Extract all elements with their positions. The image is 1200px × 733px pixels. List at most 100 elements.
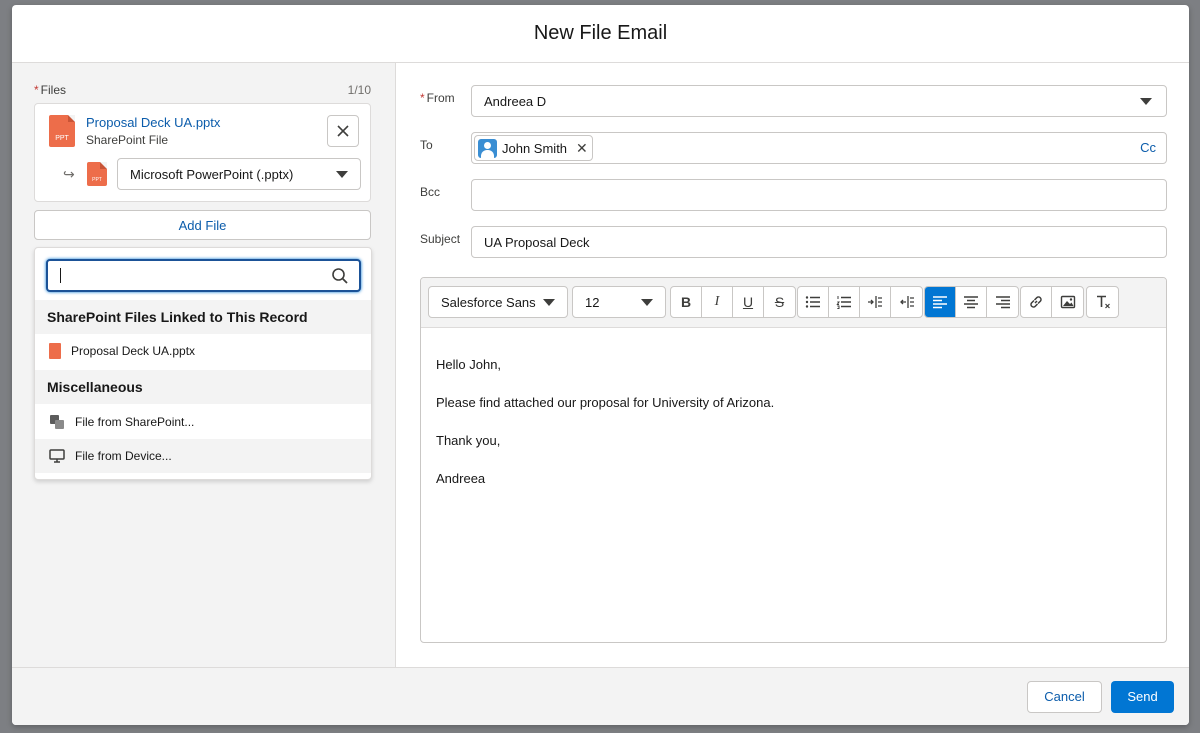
clear-format-group [1086, 286, 1119, 318]
send-button[interactable]: Send [1111, 680, 1174, 713]
font-size-select[interactable]: 12 [572, 286, 666, 318]
indent-button[interactable] [860, 287, 891, 317]
linked-file-item[interactable]: Proposal Deck UA.pptx [35, 334, 371, 368]
editor-toolbar: Salesforce Sans 12 B I U S [421, 278, 1166, 328]
insert-group [1020, 286, 1084, 318]
file-from-sharepoint-item[interactable]: File from SharePoint... [35, 405, 371, 439]
clear-formatting-button[interactable] [1087, 287, 1118, 317]
align-center-button[interactable] [956, 287, 987, 317]
to-label: To [420, 138, 433, 152]
modal-title: New File Email [533, 22, 668, 44]
font-family-value: Salesforce Sans [441, 294, 536, 310]
recipient-name: John Smith [502, 140, 568, 156]
font-size-value: 12 [585, 294, 600, 310]
subject-field[interactable]: UA Proposal Deck [471, 226, 1167, 258]
align-left-icon [933, 296, 947, 309]
cancel-button[interactable]: Cancel [1027, 680, 1102, 713]
close-icon [337, 125, 349, 137]
files-label: Files [40, 83, 67, 97]
recipient-pill: John Smith ✕ [474, 135, 593, 161]
align-center-icon [964, 296, 978, 309]
chevron-down-icon [1140, 97, 1152, 105]
italic-button[interactable]: I [702, 287, 733, 317]
file-card: PPT Proposal Deck UA.pptx SharePoint Fil… [34, 103, 371, 202]
italic-icon: I [714, 294, 720, 309]
clear-formatting-icon [1096, 295, 1110, 309]
contact-avatar-icon [478, 138, 497, 158]
new-file-email-modal: New File Email * Files 1/10 PPT Proposal … [12, 5, 1189, 725]
required-marker: * [420, 91, 425, 105]
outdent-button[interactable] [891, 287, 922, 317]
text-cursor [60, 268, 61, 283]
file-from-device-label: File from Device... [75, 449, 172, 463]
file-from-sharepoint-label: File from SharePoint... [75, 415, 195, 429]
text-style-group: B I U S [670, 286, 796, 318]
modal-header: New File Email [12, 5, 1189, 63]
from-label-wrap: * From [420, 91, 455, 105]
powerpoint-file-icon: PPT [49, 115, 75, 147]
bcc-field[interactable] [471, 179, 1167, 211]
editor-content[interactable]: Hello John, Please find attached our pro… [421, 328, 1166, 516]
file-format-select[interactable]: Microsoft PowerPoint (.pptx) [117, 158, 361, 190]
to-row: To John Smith ✕ Cc [420, 132, 1167, 164]
align-left-button[interactable] [925, 287, 956, 317]
to-field[interactable]: John Smith ✕ Cc [471, 132, 1167, 164]
numbered-list-button[interactable] [829, 287, 860, 317]
desktop-icon [49, 449, 65, 463]
insert-image-button[interactable] [1052, 287, 1083, 317]
font-family-select[interactable]: Salesforce Sans [428, 286, 568, 318]
align-right-button[interactable] [987, 287, 1018, 317]
file-source: SharePoint File [86, 133, 169, 147]
underline-button[interactable]: U [733, 287, 764, 317]
from-label: From [426, 91, 455, 105]
bcc-row: Bcc [420, 179, 1167, 211]
ppt-icon-text: PPT [55, 135, 69, 142]
indent-icon [868, 296, 882, 308]
add-file-button[interactable]: Add File [34, 210, 371, 240]
body-line: Thank you, [436, 433, 501, 448]
alignment-group [924, 286, 1019, 318]
files-panel: * Files 1/10 PPT Proposal Deck UA.pptx Sh… [12, 63, 396, 667]
numbered-list-icon [836, 296, 851, 309]
subject-label: Subject [420, 232, 461, 246]
file-search-field[interactable] [46, 259, 361, 292]
body-line: Hello John, [436, 357, 502, 372]
file-search-input[interactable] [48, 261, 318, 290]
strikethrough-icon: S [774, 294, 785, 310]
file-name-link[interactable]: Proposal Deck UA.pptx [86, 115, 220, 130]
chevron-down-icon [641, 298, 653, 306]
chevron-down-icon [543, 298, 555, 306]
file-format-value: Microsoft PowerPoint (.pptx) [130, 166, 294, 182]
body-line: Andreea [436, 471, 486, 486]
email-form: * From Andreea D To John Smith ✕ Cc Bcc … [396, 63, 1189, 667]
bold-icon: B [680, 294, 692, 310]
align-right-icon [995, 296, 1010, 309]
from-row: * From Andreea D [420, 85, 1167, 117]
chevron-down-icon [336, 170, 348, 178]
strikethrough-button[interactable]: S [764, 287, 795, 317]
add-file-dropdown: SharePoint Files Linked to This Record P… [34, 247, 372, 480]
from-value: Andreea D [484, 93, 547, 109]
section-miscellaneous: Miscellaneous [35, 370, 371, 404]
file-from-device-item[interactable]: File from Device... [35, 439, 371, 473]
bullet-list-icon [805, 296, 820, 308]
powerpoint-format-icon: PPT [87, 162, 107, 186]
modal-footer: Cancel Send [12, 667, 1189, 725]
list-indent-group [797, 286, 923, 318]
cc-link[interactable]: Cc [1140, 140, 1156, 155]
underline-icon: U [742, 294, 754, 310]
required-marker: * [34, 83, 39, 97]
from-select[interactable]: Andreea D [471, 85, 1167, 117]
remove-recipient-icon[interactable]: ✕ [576, 140, 588, 157]
outdent-icon [899, 296, 914, 308]
files-count: 1/10 [347, 83, 371, 97]
bcc-label: Bcc [420, 185, 441, 199]
bullet-list-button[interactable] [798, 287, 829, 317]
subject-value: UA Proposal Deck [484, 235, 590, 250]
search-icon [332, 268, 348, 284]
insert-link-button[interactable] [1021, 287, 1052, 317]
subject-row: Subject UA Proposal Deck [420, 226, 1167, 258]
files-label-wrap: * Files [34, 83, 66, 99]
remove-file-button[interactable] [327, 115, 359, 147]
bold-button[interactable]: B [671, 287, 702, 317]
